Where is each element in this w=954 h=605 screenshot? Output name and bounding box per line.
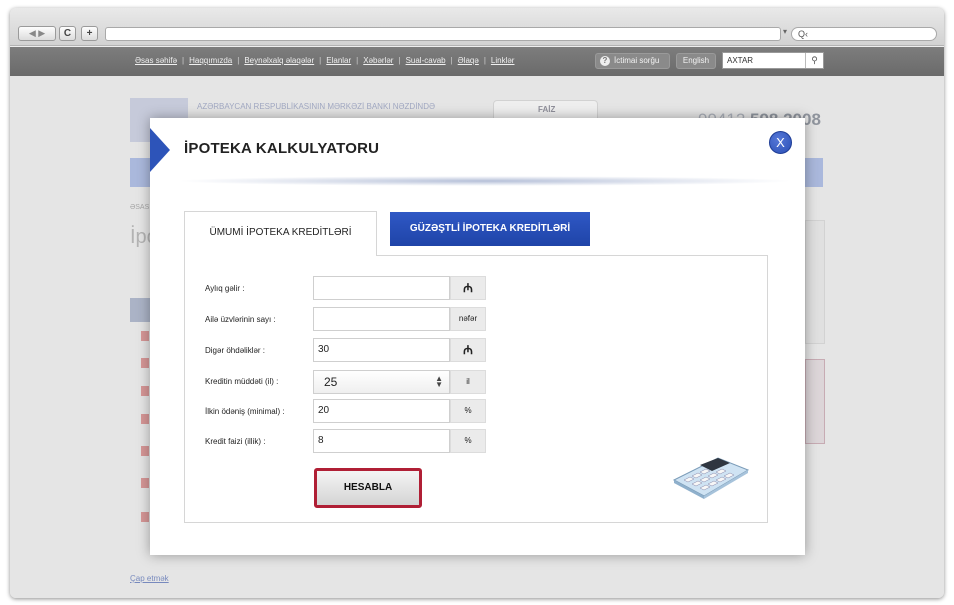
title-arrow bbox=[150, 128, 170, 172]
browser-search-input[interactable]: Q‹ bbox=[791, 27, 937, 41]
loan-term-select[interactable]: 25 ▲ ▼ bbox=[313, 370, 450, 394]
percent-unit: % bbox=[450, 399, 486, 423]
manat-icon: ₼ bbox=[450, 276, 486, 300]
language-english-button[interactable]: English bbox=[676, 53, 716, 69]
interest-rate-label: Kredit faizi (illik) : bbox=[205, 437, 266, 446]
public-survey-label: İctimai sorğu bbox=[614, 56, 660, 65]
back-forward-buttons[interactable]: ◀ ▶ bbox=[18, 26, 56, 41]
close-button[interactable]: X bbox=[769, 131, 792, 154]
loan-term-label: Kreditin müddəti (il) : bbox=[205, 377, 279, 386]
loan-term-value: 25 bbox=[324, 375, 338, 389]
tab-general-mortgage[interactable]: ÜMUMİ İPOTEKA KREDİTLƏRİ bbox=[184, 211, 377, 256]
site-top-nav: Əsas səhifə | Haqqımızda | Beynəlxalq əlaqəl… bbox=[10, 47, 944, 76]
title-divider bbox=[175, 176, 795, 186]
site-search-value: AXTAR bbox=[727, 56, 754, 65]
nav-link-faq[interactable]: Sual-cavab bbox=[406, 56, 446, 65]
search-icon[interactable]: ⚲ bbox=[805, 53, 823, 68]
site-search-input[interactable]: AXTAR ⚲ bbox=[722, 52, 824, 69]
nav-link-announcements[interactable]: Elanlar bbox=[326, 56, 351, 65]
manat-icon: ₼ bbox=[450, 338, 486, 362]
nav-link-home[interactable]: Əsas səhifə bbox=[135, 56, 177, 65]
nav-link-links[interactable]: Linklər bbox=[491, 56, 515, 65]
spinner-arrows-icon[interactable]: ▲ ▼ bbox=[435, 375, 443, 389]
family-members-label: Ailə üzvlərinin sayı : bbox=[205, 315, 276, 324]
nav-link-international[interactable]: Beynəlxalq əlaqələr bbox=[244, 56, 314, 65]
browser-toolbar: ◀ ▶ C + ▾ Q‹ bbox=[10, 8, 944, 46]
monthly-income-input[interactable] bbox=[313, 276, 450, 300]
nav-link-contact[interactable]: Əlaqə bbox=[458, 56, 479, 65]
calculator-icon bbox=[672, 457, 750, 499]
nav-link-news[interactable]: Xəbərlər bbox=[363, 56, 393, 65]
interest-rate-input[interactable]: 8 bbox=[313, 429, 450, 453]
reload-button[interactable]: C bbox=[59, 26, 76, 41]
new-tab-button[interactable]: + bbox=[81, 26, 98, 41]
other-obligations-input[interactable]: 30 bbox=[313, 338, 450, 362]
question-icon: ? bbox=[600, 56, 610, 66]
calculate-button[interactable]: HESABLA bbox=[314, 468, 422, 508]
other-obligations-label: Digər öhdəliklər : bbox=[205, 346, 266, 355]
down-payment-input[interactable]: 20 bbox=[313, 399, 450, 423]
family-members-input[interactable] bbox=[313, 307, 450, 331]
down-payment-label: İlkin ödəniş (minimal) : bbox=[205, 407, 285, 416]
modal-title: İPOTEKA KALKULYATORU bbox=[184, 140, 380, 157]
percent-unit: % bbox=[450, 429, 486, 453]
monthly-income-label: Aylıq gəlir : bbox=[205, 284, 245, 293]
dropdown-arrow-icon[interactable]: ▾ bbox=[783, 27, 787, 36]
public-survey-button[interactable]: ? İctimai sorğu bbox=[595, 53, 670, 69]
nav-links: Əsas səhifə | Haqqımızda | Beynəlxalq əlaqəl… bbox=[135, 56, 515, 65]
tab-preferential-mortgage[interactable]: GÜZƏŞTLİ İPOTEKA KREDİTLƏRİ bbox=[390, 212, 590, 246]
nav-link-about[interactable]: Haqqımızda bbox=[189, 56, 232, 65]
persons-unit: nəfər bbox=[450, 307, 486, 331]
address-bar[interactable] bbox=[105, 27, 781, 41]
browser-window: ◀ ▶ C + ▾ Q‹ Əsas səhifə | Haqqımızda | Beyn… bbox=[10, 8, 944, 598]
years-unit: il bbox=[450, 370, 486, 394]
